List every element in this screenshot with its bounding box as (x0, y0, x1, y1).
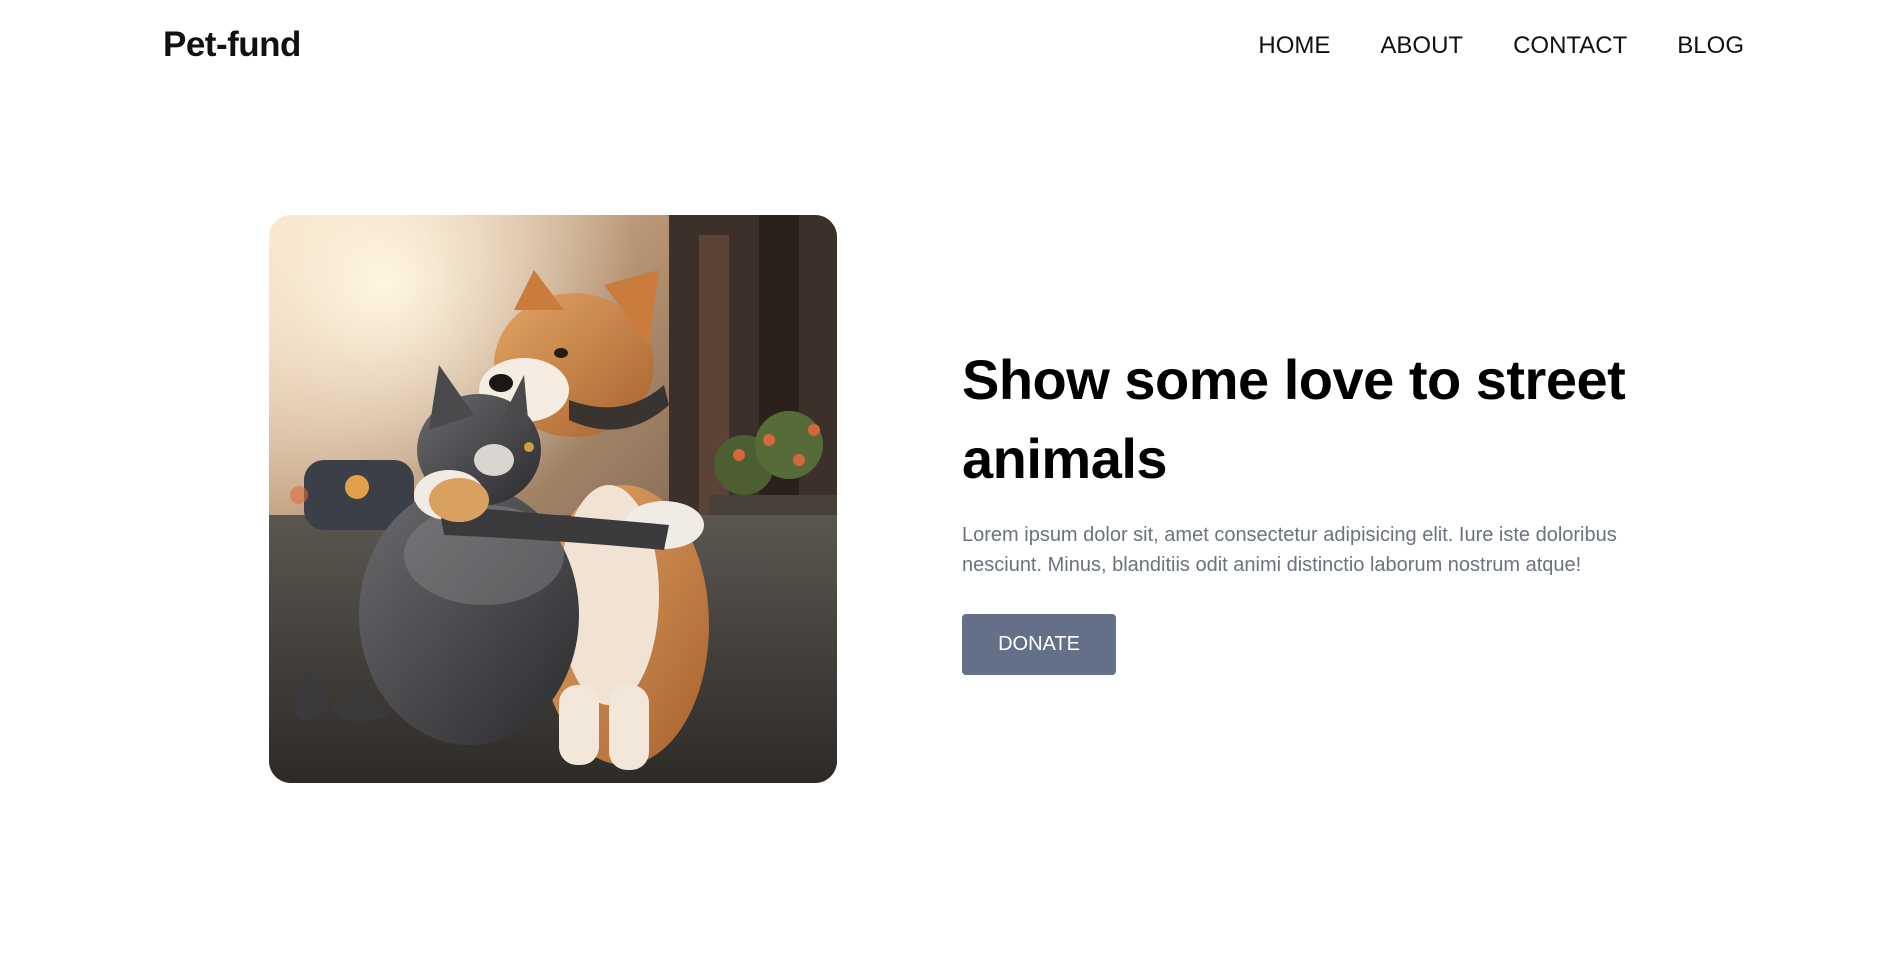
site-header: Pet-fund HOME ABOUT CONTACT BLOG (0, 0, 1896, 92)
hero-image-dog-hugging-cat (269, 215, 837, 783)
site-logo[interactable]: Pet-fund (163, 25, 301, 65)
hero-description: Lorem ipsum dolor sit, amet consectetur … (962, 524, 1617, 576)
nav-about-link[interactable]: ABOUT (1380, 32, 1463, 60)
main-nav: HOME ABOUT CONTACT BLOG (1258, 32, 1744, 60)
hero-title: Show some love to street animals (962, 348, 1626, 490)
donate-button[interactable]: DONATE (962, 614, 1116, 675)
nav-home-link[interactable]: HOME (1258, 32, 1330, 60)
nav-blog-link[interactable]: BLOG (1677, 32, 1744, 60)
nav-contact-link[interactable]: CONTACT (1513, 32, 1627, 60)
hero-section: Show some love to street animals Lorem i… (962, 340, 1682, 675)
